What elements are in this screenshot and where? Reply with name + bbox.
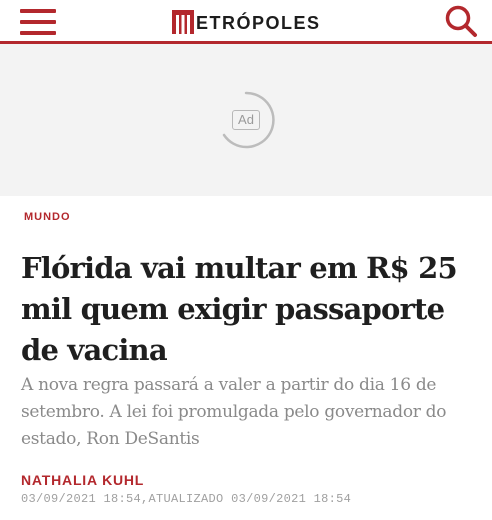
author-name[interactable]: NATHALIA KUHL: [21, 472, 144, 488]
published-date: 03/09/2021 18:54: [21, 492, 142, 506]
ad-badge: Ad: [232, 110, 260, 130]
date-space: [224, 492, 232, 506]
date-separator: ,: [141, 492, 149, 506]
section-label[interactable]: MUNDO: [24, 211, 71, 223]
ad-placeholder[interactable]: Ad: [0, 44, 492, 196]
logo-m-icon: [172, 10, 194, 34]
site-logo[interactable]: ETRÓPOLES: [172, 6, 321, 38]
hamburger-menu-icon[interactable]: [20, 9, 56, 35]
article-headline: Flórida vai multar em R$ 25 mil quem exi…: [21, 251, 458, 367]
logo-text: ETRÓPOLES: [196, 13, 321, 33]
article-subtitle: A nova regra passará a valer a partir do…: [21, 375, 447, 449]
updated-label: ATUALIZADO: [148, 492, 224, 506]
top-navigation-bar: ETRÓPOLES: [0, 0, 492, 44]
updated-date: 03/09/2021 18:54: [231, 492, 352, 506]
article-dateline: 03/09/2021 18:54,ATUALIZADO 03/09/2021 1…: [21, 492, 351, 506]
search-icon[interactable]: [444, 4, 478, 38]
